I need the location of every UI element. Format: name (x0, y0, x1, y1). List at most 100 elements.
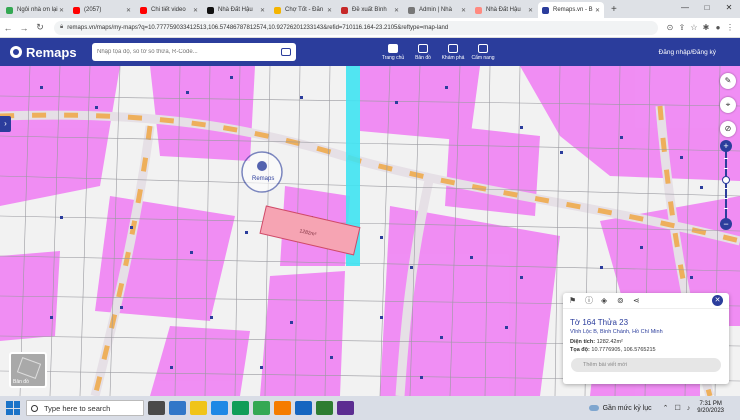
close-tab-icon[interactable]: ✕ (59, 7, 64, 14)
share-icon[interactable]: ⇪ (676, 23, 688, 32)
browser-tab[interactable]: Remaps.vn - B ✕ (538, 2, 604, 18)
nav-handbook-label: Cẩm nang (471, 54, 495, 61)
lock-icon: 🔒︎ (60, 24, 64, 30)
tab-title: Ngôi nhà ơn lại (17, 7, 58, 13)
search-icon (31, 404, 38, 412)
close-card-button[interactable]: ✕ (712, 295, 723, 306)
share-card-icon[interactable]: ⋖ (633, 296, 649, 305)
weather-widget[interactable]: Gần mức kỷ lục (588, 405, 652, 412)
browser-tab[interactable]: Ngôi nhà ơn lại ✕ (2, 2, 68, 18)
tab-title: Chợ Tốt - Đăn (285, 7, 324, 13)
new-tab-button[interactable]: + (605, 2, 623, 18)
parcel-info-card: ⚑ ⓘ ◈ ⊚ ⋖ ✕ Tờ 164 Thửa 23 Vĩnh Lộc B, B… (563, 293, 729, 384)
close-tab-icon[interactable]: ✕ (394, 7, 399, 14)
pin-icon[interactable]: ⊚ (617, 296, 633, 305)
tab-title: Admin | Nhà (419, 7, 452, 13)
browser-tab[interactable]: Admin | Nhà ✕ (404, 2, 470, 18)
clock-time: 7:31 PM (699, 401, 722, 407)
taskbar-app-icon[interactable] (316, 401, 333, 415)
cloud-icon (588, 405, 599, 411)
camera-icon[interactable] (281, 48, 291, 56)
profile-icon[interactable]: ● (712, 23, 724, 32)
nav-map[interactable]: Bản đồ (408, 43, 438, 61)
zoom-in-button[interactable]: + (720, 140, 732, 152)
close-tab-icon[interactable]: ✕ (327, 7, 332, 14)
map-icon (418, 43, 428, 53)
menu-icon[interactable]: ⋮ (724, 23, 736, 32)
browser-tab[interactable]: Nhà Đất Hậu ✕ (203, 2, 269, 18)
tab-favicon-icon (475, 6, 482, 14)
zoom-knob[interactable] (722, 176, 730, 184)
taskbar-app-icon[interactable] (253, 401, 270, 415)
parcel-coord-row: Tọa độ: 10.7776905, 106.5765215 (570, 347, 722, 353)
browser-tab[interactable]: Nhà Đất Hậu ✕ (471, 2, 537, 18)
windows-taskbar: Type here to search Gần mức kỷ lục ⌃ ☐ ♪… (0, 396, 740, 420)
ruler-icon[interactable]: ⊘ (720, 121, 736, 137)
logo-pin-icon (10, 46, 22, 58)
parcel-title: Tờ 164 Thửa 23 (570, 318, 629, 327)
directions-icon[interactable]: ◈ (601, 296, 617, 305)
info-icon[interactable]: ⓘ (585, 295, 601, 306)
sidebar-toggle[interactable]: › (0, 116, 11, 132)
taskbar-app-icon[interactable] (148, 401, 165, 415)
add-post-button[interactable]: Thêm bài viết mới (571, 358, 721, 372)
search-input[interactable] (97, 49, 281, 55)
url-text: remaps.vn/maps/my-maps?q=10.777759033412… (67, 24, 449, 31)
taskbar-app-icon[interactable] (295, 401, 312, 415)
nav-handbook[interactable]: Cẩm nang (468, 43, 498, 61)
taskbar-app-icon[interactable] (190, 401, 207, 415)
reload-icon[interactable]: ↻ (32, 22, 48, 33)
volume-icon[interactable]: ♪ (687, 405, 691, 412)
close-tab-icon[interactable]: ✕ (260, 7, 265, 14)
layers-icon[interactable]: ✎ (720, 73, 736, 89)
browser-tab[interactable]: Chợ Tốt - Đăn ✕ (270, 2, 336, 18)
url-field[interactable]: 🔒︎ remaps.vn/maps/my-maps?q=10.777759033… (54, 20, 658, 35)
start-button-icon[interactable] (6, 401, 20, 415)
taskbar-app-icon[interactable] (211, 401, 228, 415)
home-icon (388, 43, 398, 53)
browser-tab[interactable]: (2057) ✕ (69, 2, 135, 18)
clock-date: 9/20/2023 (697, 408, 724, 414)
base-layer-thumbnail[interactable]: Bản đồ (9, 352, 47, 388)
clock[interactable]: 7:31 PM 9/20/2023 (697, 401, 724, 415)
close-tab-icon[interactable]: ✕ (528, 7, 533, 14)
nav-map-label: Bản đồ (415, 54, 431, 61)
chevron-up-icon[interactable]: ⌃ (663, 404, 669, 412)
network-icon[interactable]: ☐ (675, 404, 681, 412)
maximize-button[interactable]: □ (696, 0, 718, 16)
close-tab-icon[interactable]: ✕ (193, 7, 198, 14)
location-target-icon[interactable]: ⌖ (720, 97, 736, 113)
close-tab-icon[interactable]: ✕ (595, 7, 600, 14)
taskbar-app-icon[interactable] (337, 401, 354, 415)
taskbar-app-icon[interactable] (169, 401, 186, 415)
close-window-button[interactable]: ✕ (718, 0, 740, 16)
nav-explore-label: Khám phá (441, 54, 465, 61)
location-icon[interactable]: ⊙ (664, 23, 676, 32)
back-icon[interactable]: ← (0, 23, 16, 33)
parcel-area-row: Diện tích: 1282.42m² (570, 339, 722, 345)
minimize-button[interactable]: — (674, 0, 696, 16)
tab-favicon-icon (341, 6, 348, 14)
bookmark-icon[interactable]: ⚑ (569, 296, 585, 305)
zoom-track[interactable] (725, 148, 727, 224)
tab-title: (2057) (84, 7, 102, 13)
extensions-icon[interactable]: ✱ (700, 23, 712, 32)
star-icon[interactable]: ☆ (688, 23, 700, 32)
zoom-out-button[interactable]: − (720, 218, 732, 230)
browser-tab[interactable]: Đề xuất Bình ✕ (337, 2, 403, 18)
header-nav: Trang chủ Bản đồ Khám phá Cẩm nang (378, 43, 498, 61)
taskbar-app-icon[interactable] (274, 401, 291, 415)
close-tab-icon[interactable]: ✕ (126, 7, 131, 14)
tab-favicon-icon (140, 6, 147, 14)
login-link[interactable]: Đăng nhập/Đăng ký (659, 49, 716, 56)
remaps-logo[interactable]: Remaps (10, 45, 92, 60)
close-tab-icon[interactable]: ✕ (461, 7, 466, 14)
taskbar-app-icon[interactable] (232, 401, 249, 415)
browser-tab[interactable]: Chi tiết video ✕ (136, 2, 202, 18)
nav-home[interactable]: Trang chủ (378, 43, 408, 61)
taskbar-search[interactable]: Type here to search (26, 400, 144, 416)
tab-favicon-icon (6, 6, 13, 14)
zoom-slider[interactable]: + − (720, 140, 732, 230)
forward-icon[interactable]: → (16, 23, 32, 33)
nav-explore[interactable]: Khám phá (438, 43, 468, 61)
